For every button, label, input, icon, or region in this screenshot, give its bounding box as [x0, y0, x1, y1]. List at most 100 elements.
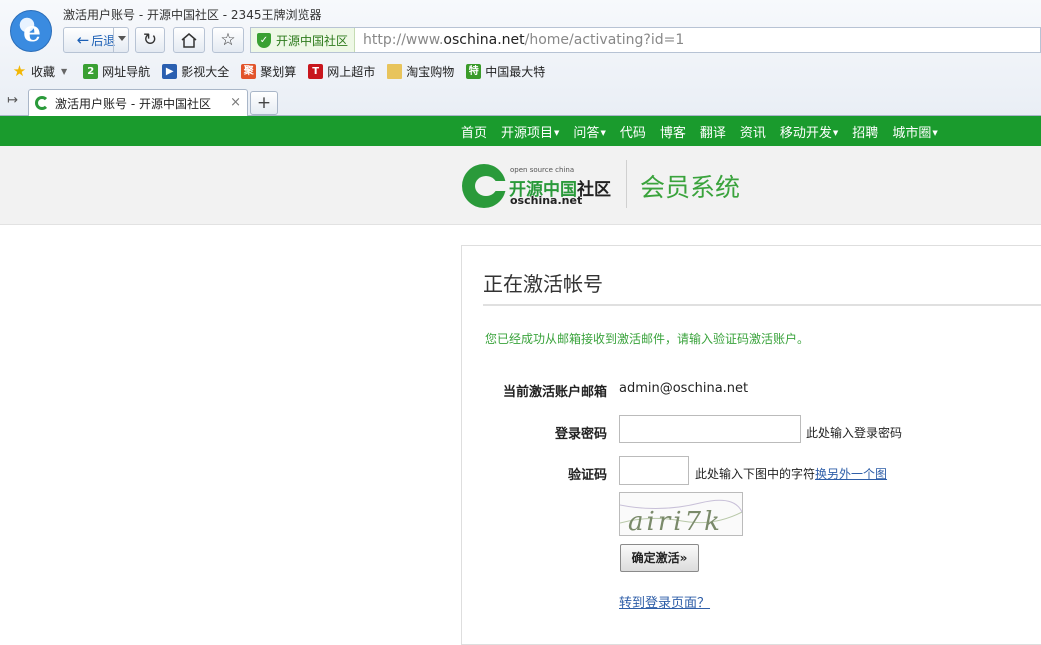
star-outline-icon: ☆: [220, 30, 236, 50]
bookmark-label: 网上超市: [327, 64, 376, 79]
star-icon: ★: [12, 61, 27, 80]
captcha-refresh-link[interactable]: 换另外一个图: [815, 467, 887, 481]
bookmark-te[interactable]: 特 中国最大特: [466, 63, 545, 80]
url-prefix: http://www.: [363, 32, 444, 48]
oschina-favicon-icon: [35, 96, 49, 110]
captcha-hint: 此处输入下图中的字符换另外一个图: [695, 465, 887, 482]
captcha-input[interactable]: [619, 456, 689, 485]
captcha-image[interactable]: airi7k: [619, 492, 743, 536]
bookmark-label: 网址导航: [102, 64, 151, 79]
te-icon: 特: [466, 63, 482, 79]
go-to-login-link[interactable]: 转到登录页面？: [619, 592, 710, 611]
captcha-text: airi7k: [628, 507, 723, 536]
back-history-dropdown-icon[interactable]: [118, 36, 126, 41]
bookmark-label: 淘宝购物: [406, 64, 455, 79]
nav-item-label: 资讯: [739, 125, 766, 141]
chevron-down-icon: ▼: [554, 129, 560, 137]
nav-item[interactable]: 资讯: [740, 122, 766, 141]
reload-button[interactable]: ↻: [135, 27, 165, 53]
activate-button[interactable]: 确定激活»: [620, 544, 699, 572]
nav-item[interactable]: 城市圈▼: [892, 122, 937, 141]
nav-item[interactable]: 移动开发▼: [780, 122, 838, 141]
nav-item-label: 代码: [619, 125, 646, 141]
captcha-hint-text: 此处输入下图中的字符: [695, 467, 816, 481]
chevron-down-icon: ▼: [932, 129, 938, 137]
bookmark-nav[interactable]: 2 网址导航: [83, 63, 150, 80]
shield-check-icon: ✓: [257, 32, 271, 48]
bookmark-label: 聚划算: [260, 64, 297, 79]
browser-logo-icon[interactable]: e: [10, 10, 52, 52]
video-icon: ▶: [162, 63, 178, 79]
juhuasuan-icon: 聚: [241, 63, 257, 79]
site-top-nav: 首页 开源项目▼ 问答▼ 代码 博客 翻译 资讯 移动开发▼ 招聘 城市圈▼: [0, 116, 1041, 146]
url-text[interactable]: http://www.oschina.net/home/activating?i…: [363, 32, 684, 48]
nav-item[interactable]: 翻译: [700, 122, 726, 141]
bookmark-taobao[interactable]: 淘宝购物: [387, 63, 454, 80]
logo-tagline: open source china: [510, 166, 575, 174]
back-button[interactable]: ← 后退: [63, 27, 129, 53]
nav-item[interactable]: 博客: [660, 122, 686, 141]
tab-active[interactable]: 激活用户账号 - 开源中国社区 ×: [28, 89, 248, 116]
new-tab-button[interactable]: +: [250, 91, 278, 115]
bookmark-juhuasuan[interactable]: 聚 聚划算: [241, 63, 296, 80]
nav-item-label: 开源项目: [501, 125, 554, 141]
home-icon: [181, 33, 197, 48]
address-bar[interactable]: ✓ 开源中国社区 http://www.oschina.net/home/act…: [250, 27, 1041, 53]
bookmark-label: 收藏: [31, 64, 56, 79]
nav-item[interactable]: 问答▼: [573, 122, 605, 141]
secure-site-badge[interactable]: ✓ 开源中国社区: [251, 28, 356, 52]
password-hint: 此处输入登录密码: [806, 426, 903, 440]
tab-bar: ↦ 激活用户账号 - 开源中国社区 × +: [0, 87, 1041, 116]
back-label: 后退: [91, 33, 116, 48]
nav-item-label: 翻译: [699, 125, 726, 141]
nav-item-label: 博客: [659, 125, 686, 141]
bookmarks-bar: ★ 收藏 ▼ 2 网址导航 ▶ 影视大全 聚 聚划算 T 网上超市 淘宝购物 特…: [0, 59, 1041, 83]
panel-divider: [483, 304, 1041, 306]
tab-title: 激活用户账号 - 开源中国社区: [55, 96, 211, 111]
browser-chrome: e 激活用户账号 - 开源中国社区 - 2345王牌浏览器 ← 后退 ↻ ☆ ✓…: [0, 0, 1041, 116]
password-label: 登录密码: [554, 427, 607, 442]
nav-item[interactable]: 代码: [620, 122, 646, 141]
site-nav-list: 首页 开源项目▼ 问答▼ 代码 博客 翻译 资讯 移动开发▼ 招聘 城市圈▼: [461, 116, 952, 146]
site-header: open source china 开源中国社区 oschina.net 会员系…: [0, 146, 1041, 225]
back-arrow-icon: ←: [76, 31, 90, 49]
activation-panel: 正在激活帐号 您已经成功从邮箱接收到激活邮件，请输入验证码激活账户。 当前激活账…: [461, 245, 1041, 645]
2345-nav-icon: 2: [83, 63, 99, 79]
panel-title: 正在激活帐号: [483, 272, 603, 296]
chevron-down-icon: ▼: [832, 129, 839, 137]
logo-domain: oschina.net: [510, 194, 583, 207]
bookmark-label: 影视大全: [181, 64, 230, 79]
secure-site-label: 开源中国社区: [276, 33, 349, 48]
window-title: 激活用户账号 - 开源中国社区 - 2345王牌浏览器: [63, 8, 322, 22]
tmall-icon: T: [308, 63, 324, 79]
url-path: /home/activating?id=1: [524, 32, 685, 48]
oschina-logo-icon[interactable]: [462, 164, 508, 208]
nav-item-label: 城市圈: [892, 125, 932, 141]
password-field[interactable]: [619, 415, 801, 443]
header-divider: [626, 160, 627, 208]
captcha-label: 验证码: [567, 468, 607, 483]
bookmark-supermarket[interactable]: T 网上超市: [308, 63, 375, 80]
nav-item[interactable]: 招聘: [852, 122, 878, 141]
bookmark-favorites[interactable]: ★ 收藏 ▼: [12, 63, 67, 80]
nav-item-label: 首页: [461, 125, 488, 141]
home-button[interactable]: [173, 27, 205, 53]
email-label: 当前激活账户邮箱: [502, 385, 607, 400]
close-icon[interactable]: ×: [230, 95, 241, 110]
header-title: 会员系统: [640, 173, 741, 202]
nav-item[interactable]: 开源项目▼: [501, 122, 559, 141]
nav-item[interactable]: 首页: [461, 122, 487, 141]
bookmark-label: 中国最大特: [485, 64, 546, 79]
chevron-down-icon: ▼: [600, 129, 606, 137]
nav-item-label: 移动开发: [779, 125, 832, 141]
success-notice: 您已经成功从邮箱接收到激活邮件，请输入验证码激活账户。: [485, 332, 810, 346]
reload-icon: ↻: [142, 30, 158, 50]
tab-list-arrow-icon[interactable]: ↦: [7, 93, 18, 108]
chevron-down-icon: ▼: [61, 66, 68, 76]
email-value: admin@oschina.net: [619, 381, 749, 396]
nav-item-label: 招聘: [852, 125, 879, 141]
bookmark-video[interactable]: ▶ 影视大全: [162, 63, 229, 80]
favorite-button[interactable]: ☆: [212, 27, 244, 53]
folder-icon: [387, 63, 403, 79]
url-domain: oschina.net: [443, 32, 525, 48]
